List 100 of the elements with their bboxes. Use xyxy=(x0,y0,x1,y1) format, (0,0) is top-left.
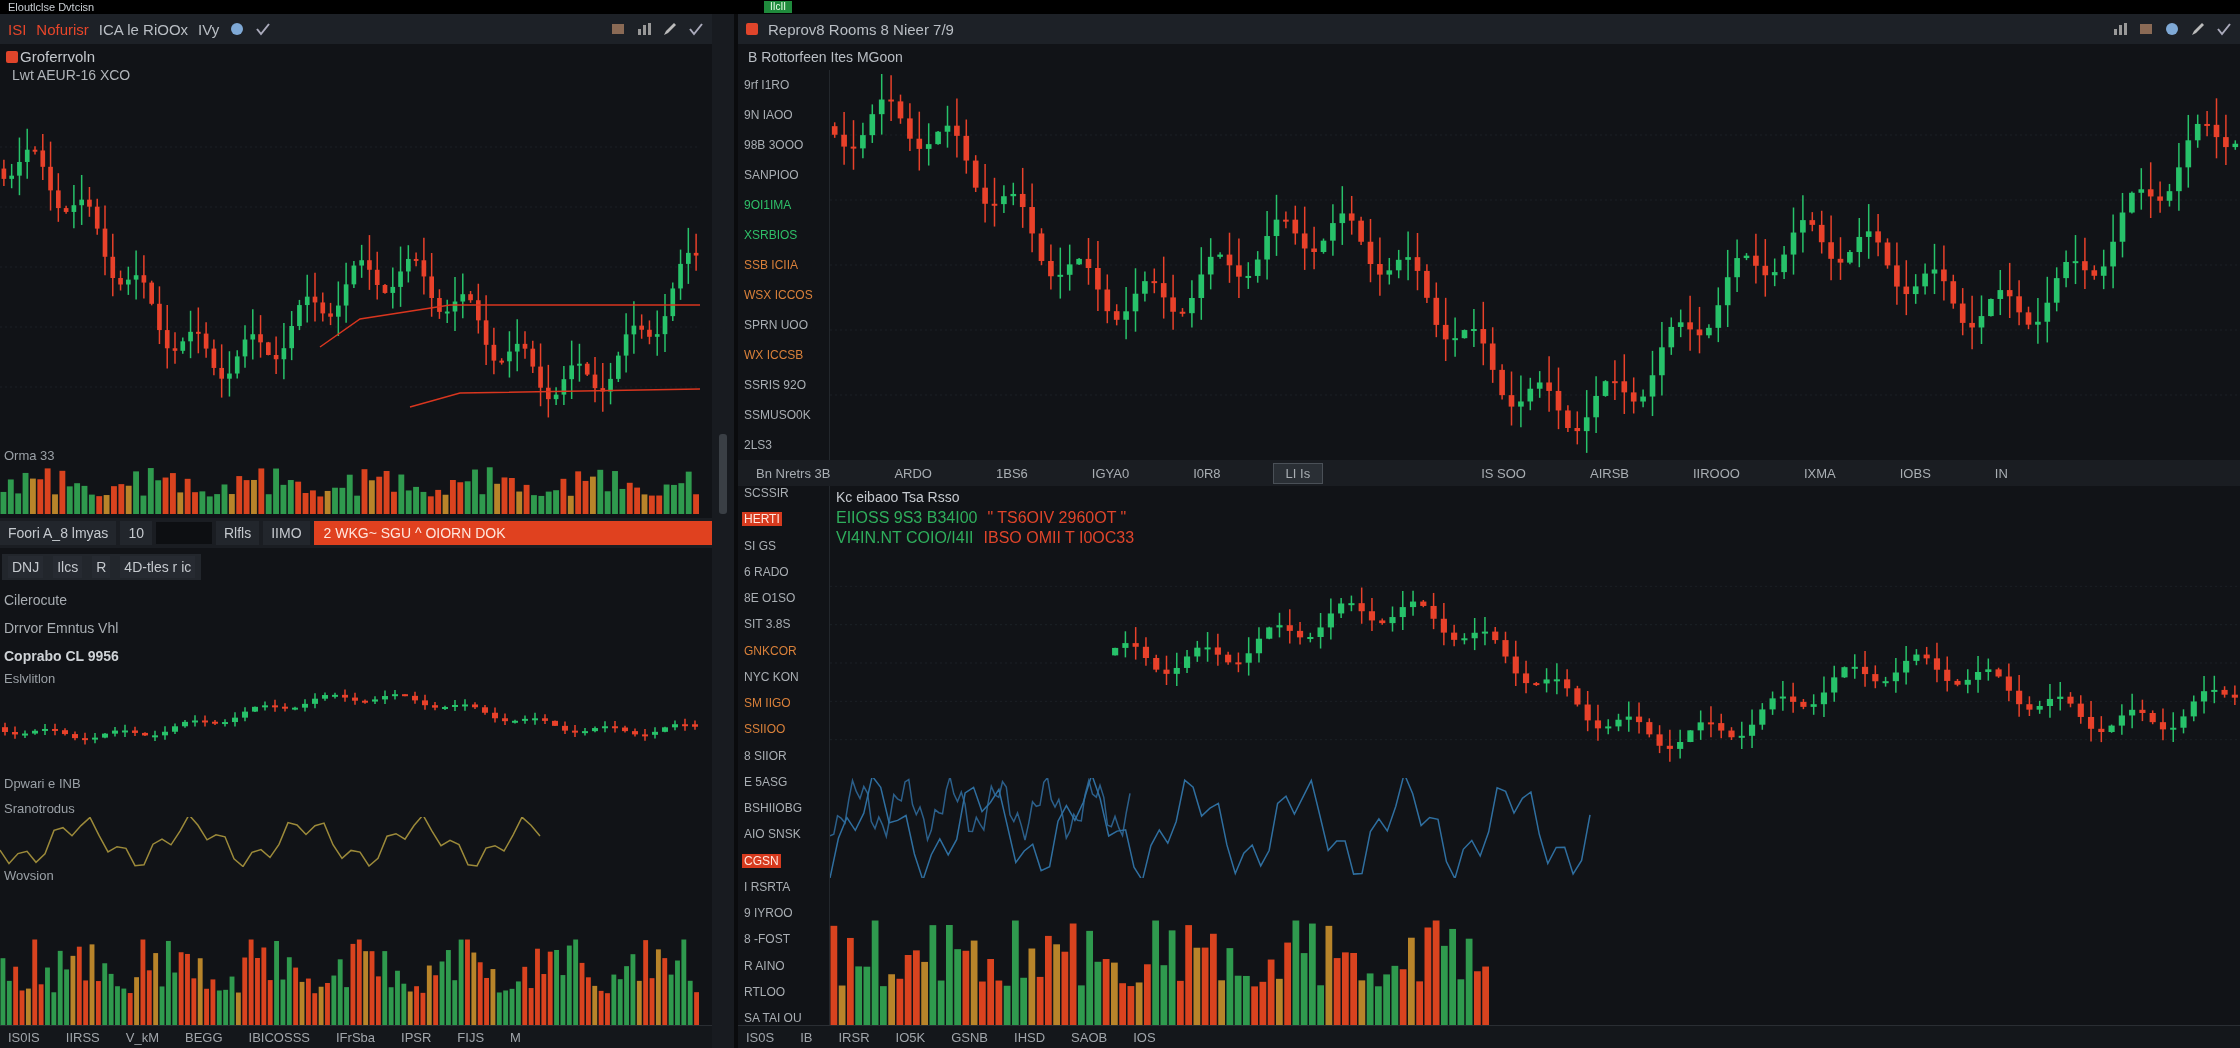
price-label: 2LS3 xyxy=(743,438,774,452)
axis-label: IO5K xyxy=(895,1029,926,1045)
axis-label: V_kM xyxy=(125,1029,159,1045)
price-label: SANPIOO xyxy=(743,168,800,182)
price-label: 9rf I1RO xyxy=(743,78,791,92)
price-label: 98B 3OOO xyxy=(743,138,805,152)
toolbar-label[interactable]: IVy xyxy=(198,20,220,38)
price-label: 9 IYROO xyxy=(743,906,794,920)
pane-label: Dpwari e INB xyxy=(3,775,82,792)
scrollbar-thumb[interactable] xyxy=(719,434,727,514)
price-label: NYC KON xyxy=(743,669,800,684)
bar-tab[interactable]: IIROOO xyxy=(1681,463,1752,483)
axis-label: SAOB xyxy=(1071,1029,1108,1045)
quote-text: IBSO OMII T I0OC33 xyxy=(983,529,1135,547)
price-label: R AINO xyxy=(743,958,786,973)
chart-title: Groferrvoln xyxy=(20,48,96,65)
flag-icon xyxy=(746,23,758,35)
axis-label: BEGG xyxy=(185,1029,223,1045)
bar-tab[interactable]: AIRSB xyxy=(1578,463,1641,483)
bar-chart-icon[interactable] xyxy=(2112,21,2128,37)
toolbar-label[interactable]: Nofurisr xyxy=(36,20,89,38)
pane-label: Orma 33 xyxy=(3,447,56,464)
price-label: BSHIIOBG xyxy=(743,801,803,815)
tab[interactable]: Foori A_8 lmyas xyxy=(0,521,117,545)
price-label: GNKCOR xyxy=(743,643,798,658)
square-icon[interactable] xyxy=(610,21,626,37)
filter-button[interactable]: R xyxy=(92,556,111,578)
bar-tab[interactable]: ARDO xyxy=(882,463,944,483)
price-label: 9N IAOO xyxy=(743,108,794,122)
price-label: SPRN UOO xyxy=(743,318,809,332)
pane-label: Eslvlitlon xyxy=(3,670,57,687)
bar-tab[interactable]: Bn Nretrs 3B xyxy=(744,463,843,483)
axis-label: FIJS xyxy=(457,1029,485,1045)
price-label: WSX ICCOS xyxy=(743,288,814,302)
filter-button[interactable]: DNJ xyxy=(8,556,44,578)
axis-label: IS0IS xyxy=(8,1029,40,1045)
axis-label: IFrSba xyxy=(336,1029,375,1045)
bar-tab[interactable]: IS SOO xyxy=(1469,463,1538,483)
quote-text: VI4IN.NT COIO/I4II xyxy=(836,529,974,547)
chart-subtitle: Lwt AEUR-16 XCO xyxy=(11,67,132,83)
price-label: SSMUSO0K xyxy=(743,408,812,422)
circle-icon[interactable] xyxy=(229,21,246,37)
bar-tab[interactable]: IGYA0 xyxy=(1079,463,1142,483)
pencil-icon[interactable] xyxy=(2190,21,2206,37)
bar-tab[interactable]: 1BS6 xyxy=(984,463,1040,483)
axis-label: IPSR xyxy=(401,1029,432,1045)
info-text: Cilerocute xyxy=(3,591,69,610)
pencil-icon[interactable] xyxy=(662,21,678,37)
axis-label: IIRSS xyxy=(65,1029,100,1045)
tab[interactable]: 10 xyxy=(120,521,152,545)
info-text: Coprabo CL 9956 xyxy=(3,647,120,666)
tab[interactable]: Rlfls xyxy=(215,521,260,545)
alert-banner: 2 WKG~ SGU ^ OIORN DOK xyxy=(313,521,712,545)
axis-label: IS0S xyxy=(746,1029,775,1045)
price-label: SSIIOO xyxy=(743,722,787,737)
toolbar-label[interactable]: Reprov8 Rooms 8 Nieer 7/9 xyxy=(768,20,954,38)
square-icon[interactable] xyxy=(2138,21,2154,37)
window-title: Eloutlclse Dvtcisn xyxy=(8,1,95,13)
bar-tab[interactable]: I0R8 xyxy=(1181,463,1233,483)
tab[interactable]: IIMO xyxy=(263,521,310,545)
check-icon[interactable] xyxy=(255,21,272,37)
axis-label: GSNB xyxy=(951,1029,988,1045)
price-label: SSB ICIIA xyxy=(743,258,800,272)
price-label: SCSSIR xyxy=(743,486,790,500)
pane-label: Sranotrodus xyxy=(3,800,76,817)
price-label: 8E O1SO xyxy=(743,591,797,605)
price-label: XSRBIOS xyxy=(743,228,799,242)
toolbar-label[interactable]: ICA le RiOOx xyxy=(98,20,189,38)
axis-label: IOS xyxy=(1133,1029,1156,1045)
price-label: SA TAI OU xyxy=(743,1011,803,1025)
bar-tab[interactable]: IXMA xyxy=(1791,463,1848,483)
bar-tab[interactable]: LI Is xyxy=(1272,462,1324,484)
axis-label: IBICOSSS xyxy=(248,1029,310,1045)
pane-label: Wovsion xyxy=(3,867,55,884)
quote-text: EIIOSS 9S3 B34I00 xyxy=(836,509,978,527)
quote-title: Kc eibaoo Tsa Rsso xyxy=(835,488,961,507)
filter-button[interactable]: 4D-tles r ic xyxy=(120,556,196,578)
price-label: 8 SIIOR xyxy=(743,748,788,763)
status-tag: IIcII xyxy=(763,1,792,13)
price-label: SM IIGO xyxy=(743,696,792,710)
info-text: Drrvor Emntus Vhl xyxy=(3,619,120,638)
price-label: WX ICCSB xyxy=(743,348,805,362)
price-label: CGSN xyxy=(742,853,781,868)
filter-button[interactable]: Ilcs xyxy=(53,556,83,578)
axis-label: IHSD xyxy=(1014,1029,1046,1045)
check-icon[interactable] xyxy=(688,21,704,37)
check-icon[interactable] xyxy=(2216,21,2232,37)
price-label: I RSRTA xyxy=(743,879,792,894)
price-label: SIT 3.8S xyxy=(743,617,792,632)
circle-icon[interactable] xyxy=(2164,21,2180,37)
bar-tab[interactable]: IOBS xyxy=(1887,463,1943,483)
chart-title: B Rottorfeen Ites MGoon xyxy=(747,48,904,67)
bar-tab[interactable]: IN xyxy=(1982,463,2020,483)
price-label: 8 -FOST xyxy=(743,932,791,947)
axis-label: IB xyxy=(800,1029,813,1045)
quote-text: " TS6OIV 2960OT " xyxy=(987,509,1127,527)
bar-chart-icon[interactable] xyxy=(636,21,652,37)
toolbar-label[interactable]: ISI xyxy=(8,20,27,38)
price-label: HERTI xyxy=(742,512,782,527)
price-label: RTLOO xyxy=(743,984,787,999)
